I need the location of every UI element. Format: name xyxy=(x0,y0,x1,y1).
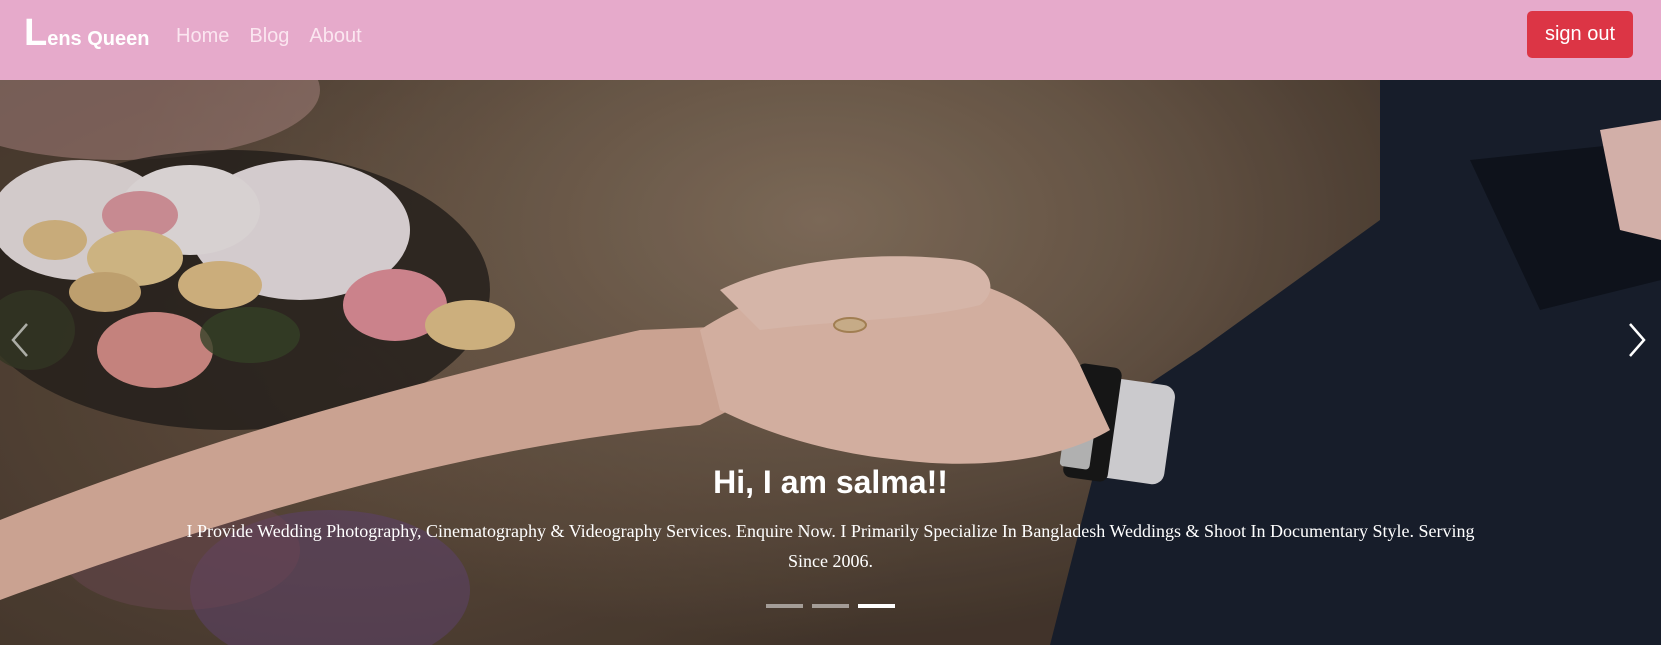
navbar: Lens Queen Home Blog About sign out xyxy=(0,0,1661,80)
chevron-right-icon xyxy=(1629,323,1646,357)
carousel-caption: Hi, I am salma!! I Provide Wedding Photo… xyxy=(0,460,1661,576)
brand-initial: L xyxy=(24,12,48,54)
nav-links: Home Blog About xyxy=(176,22,362,50)
nav-link-blog[interactable]: Blog xyxy=(249,22,289,50)
caption-text: I Provide Wedding Photography, Cinematog… xyxy=(186,521,1475,571)
caption-title: Hi, I am salma!! xyxy=(713,464,948,500)
carousel-indicator-1[interactable] xyxy=(766,604,803,608)
carousel-indicator-2[interactable] xyxy=(812,604,849,608)
hero-carousel: Hi, I am salma!! I Provide Wedding Photo… xyxy=(0,80,1661,645)
chevron-left-icon xyxy=(11,323,28,357)
carousel-indicators xyxy=(0,604,1661,608)
nav-link-home[interactable]: Home xyxy=(176,22,229,50)
carousel-prev-button[interactable] xyxy=(0,310,40,370)
carousel-next-button[interactable] xyxy=(1617,310,1657,370)
sign-out-button[interactable]: sign out xyxy=(1527,11,1633,58)
brand-logo[interactable]: Lens Queen xyxy=(24,14,149,52)
nav-link-about[interactable]: About xyxy=(309,22,361,50)
carousel-indicator-3[interactable] xyxy=(858,604,895,608)
brand-name: ens Queen xyxy=(47,28,150,50)
